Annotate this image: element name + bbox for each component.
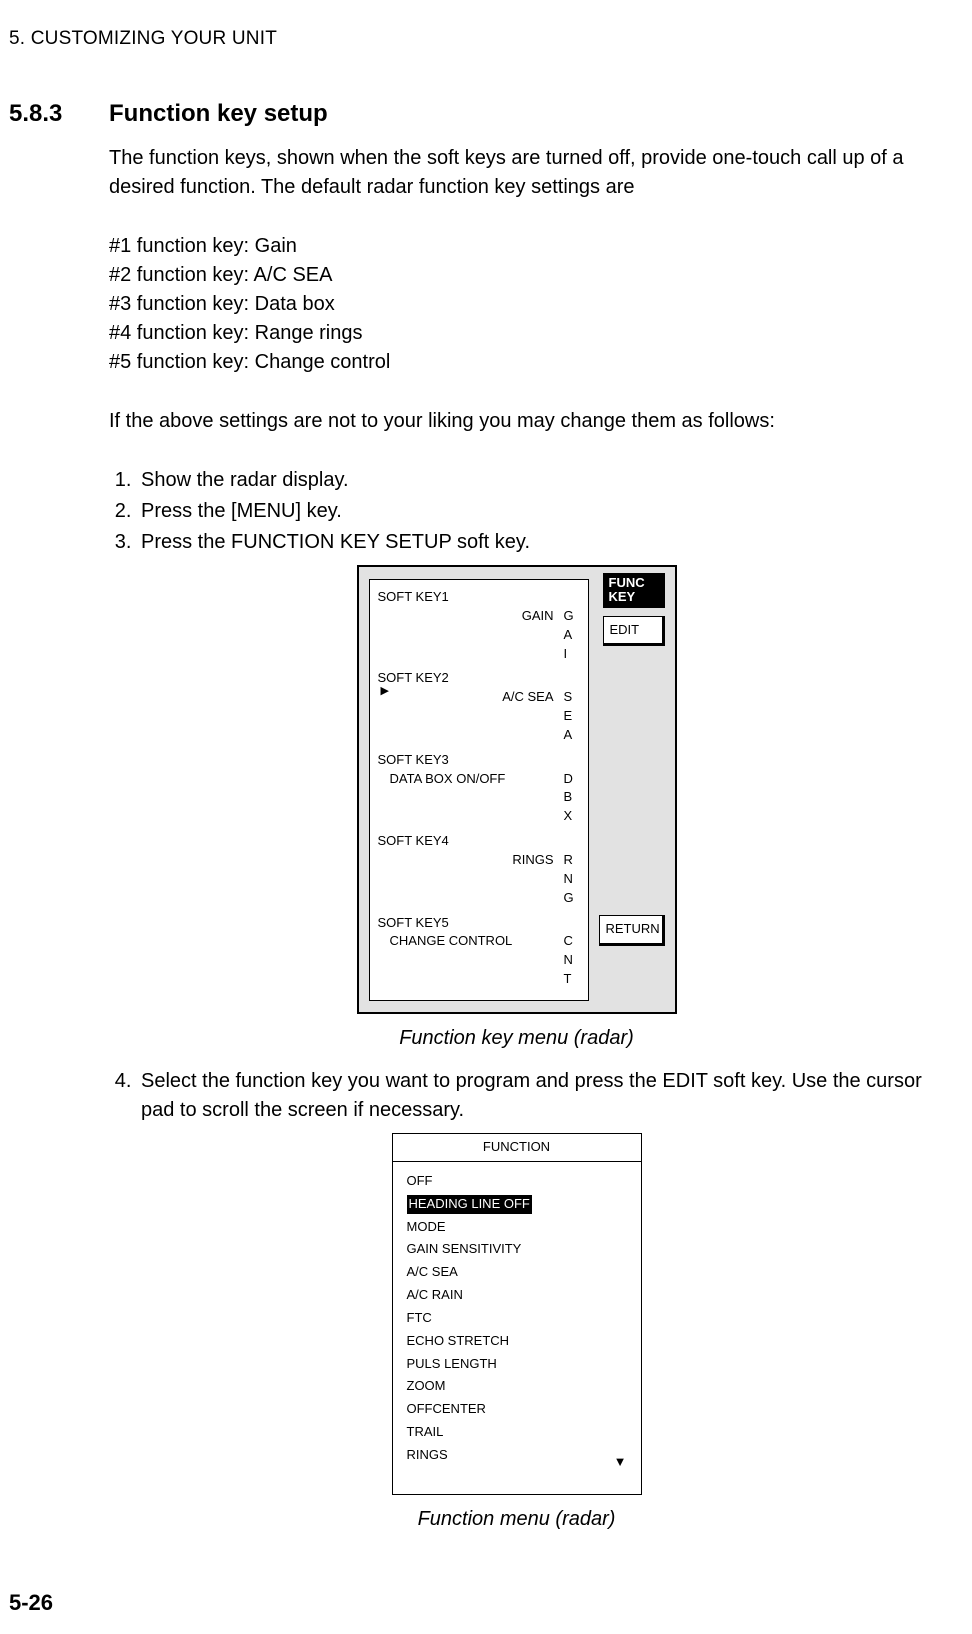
softkey-label: SOFT KEY3 (378, 751, 580, 770)
softkey-label: SOFT KEY4 (378, 832, 580, 851)
body-text: The function keys, shown when the soft k… (109, 144, 924, 1534)
section-number: 5.8.3 (9, 100, 109, 128)
intro-paragraph-2: If the above settings are not to your li… (109, 407, 924, 436)
function-option[interactable]: FTC (407, 1309, 627, 1328)
function-option[interactable]: PULS LENGTH (407, 1355, 627, 1374)
softkey-code: G (564, 889, 580, 908)
default-item: #3 function key: Data box (109, 290, 924, 319)
function-key-menu-screen: SOFT KEY1 GAIN G A I SOFT KEY2 ▶ A/C SEA (357, 565, 677, 1014)
steps-list: Show the radar display. Press the [MENU]… (109, 466, 924, 557)
softkey-code: G (564, 607, 580, 626)
softkey2-row: SOFT KEY2 ▶ A/C SEA S E A (378, 669, 580, 744)
softkey-code: S (564, 688, 580, 707)
softkey-value: RINGS (378, 851, 564, 870)
function-menu-body: OFF HEADING LINE OFF MODE GAIN SENSITIVI… (393, 1162, 641, 1482)
figure-1: SOFT KEY1 GAIN G A I SOFT KEY2 ▶ A/C SEA (109, 565, 924, 1014)
chapter-header: 5. CUSTOMIZING YOUR UNIT (9, 28, 924, 50)
side-top-panel: FUNC KEY EDIT (603, 573, 665, 646)
selected-text: HEADING LINE OFF (407, 1195, 532, 1214)
softkey-code: A (564, 626, 580, 645)
function-option[interactable]: A/C SEA (407, 1263, 627, 1282)
softkey-code: N (564, 951, 580, 970)
step: Press the FUNCTION KEY SETUP soft key. (137, 528, 924, 557)
function-option[interactable]: TRAIL (407, 1423, 627, 1442)
key-text: KEY (609, 590, 659, 604)
func-key-label: FUNC KEY (603, 573, 665, 608)
default-list: #1 function key: Gain #2 function key: A… (109, 232, 924, 377)
softkey-code: I (564, 645, 580, 664)
softkey-code: R (564, 851, 580, 870)
figure-1-caption: Function key menu (radar) (109, 1024, 924, 1053)
scroll-down-icon[interactable]: ▼ (614, 1453, 627, 1472)
edit-button[interactable]: EDIT (603, 616, 665, 647)
softkey-code: D (564, 770, 580, 789)
section-heading: 5.8.3 Function key setup (9, 100, 924, 128)
return-button[interactable]: RETURN (599, 915, 665, 946)
menu-content-area: SOFT KEY1 GAIN G A I SOFT KEY2 ▶ A/C SEA (369, 579, 589, 1001)
softkey-code: C (564, 932, 580, 951)
function-option[interactable]: GAIN SENSITIVITY (407, 1240, 627, 1259)
function-option[interactable]: ECHO STRETCH (407, 1332, 627, 1351)
function-option[interactable]: OFF (407, 1172, 627, 1191)
pointer-icon: ▶ (381, 684, 389, 700)
default-item: #2 function key: A/C SEA (109, 261, 924, 290)
function-option[interactable]: RINGS (407, 1446, 627, 1465)
intro-paragraph: The function keys, shown when the soft k… (109, 144, 924, 202)
page-number: 5-26 (9, 1590, 53, 1616)
softkey-value: GAIN (378, 607, 564, 626)
function-option[interactable]: OFFCENTER (407, 1400, 627, 1419)
softkey-code: E (564, 707, 580, 726)
step: Show the radar display. (137, 466, 924, 495)
step: Select the function key you want to prog… (137, 1067, 924, 1125)
softkey-code: A (564, 726, 580, 745)
softkey-code: B (564, 788, 580, 807)
function-option[interactable]: MODE (407, 1218, 627, 1237)
function-menu-title: FUNCTION (393, 1134, 641, 1162)
softkey5-row: SOFT KEY5 CHANGE CONTROL C N T (378, 914, 580, 989)
side-bottom-panel: RETURN (599, 907, 665, 946)
softkey4-row: SOFT KEY4 RINGS R N G (378, 832, 580, 907)
softkey-code: X (564, 807, 580, 826)
softkey-label: SOFT KEY2 (378, 669, 580, 688)
function-menu-screen: FUNCTION OFF HEADING LINE OFF MODE GAIN … (392, 1133, 642, 1495)
softkey-label: SOFT KEY5 (378, 914, 580, 933)
default-item: #5 function key: Change control (109, 348, 924, 377)
softkey-code: T (564, 970, 580, 989)
softkey-label: SOFT KEY1 (378, 588, 580, 607)
figure-2: FUNCTION OFF HEADING LINE OFF MODE GAIN … (109, 1133, 924, 1495)
softkey-code: N (564, 870, 580, 889)
page: 5. CUSTOMIZING YOUR UNIT 5.8.3 Function … (0, 0, 972, 1634)
step: Press the [MENU] key. (137, 497, 924, 526)
function-option[interactable]: ZOOM (407, 1377, 627, 1396)
softkey-value: CHANGE CONTROL (378, 932, 564, 951)
softkey3-row: SOFT KEY3 DATA BOX ON/OFF D B X (378, 751, 580, 826)
softkey1-row: SOFT KEY1 GAIN G A I (378, 588, 580, 663)
func-text: FUNC (609, 576, 659, 590)
default-item: #1 function key: Gain (109, 232, 924, 261)
softkey-value: DATA BOX ON/OFF (378, 770, 564, 789)
figure-2-caption: Function menu (radar) (109, 1505, 924, 1534)
steps-list-continued: Select the function key you want to prog… (109, 1067, 924, 1125)
section-title: Function key setup (109, 100, 328, 128)
function-option-selected[interactable]: HEADING LINE OFF (407, 1195, 627, 1214)
function-option[interactable]: A/C RAIN (407, 1286, 627, 1305)
default-item: #4 function key: Range rings (109, 319, 924, 348)
softkey-value: A/C SEA (378, 688, 564, 707)
